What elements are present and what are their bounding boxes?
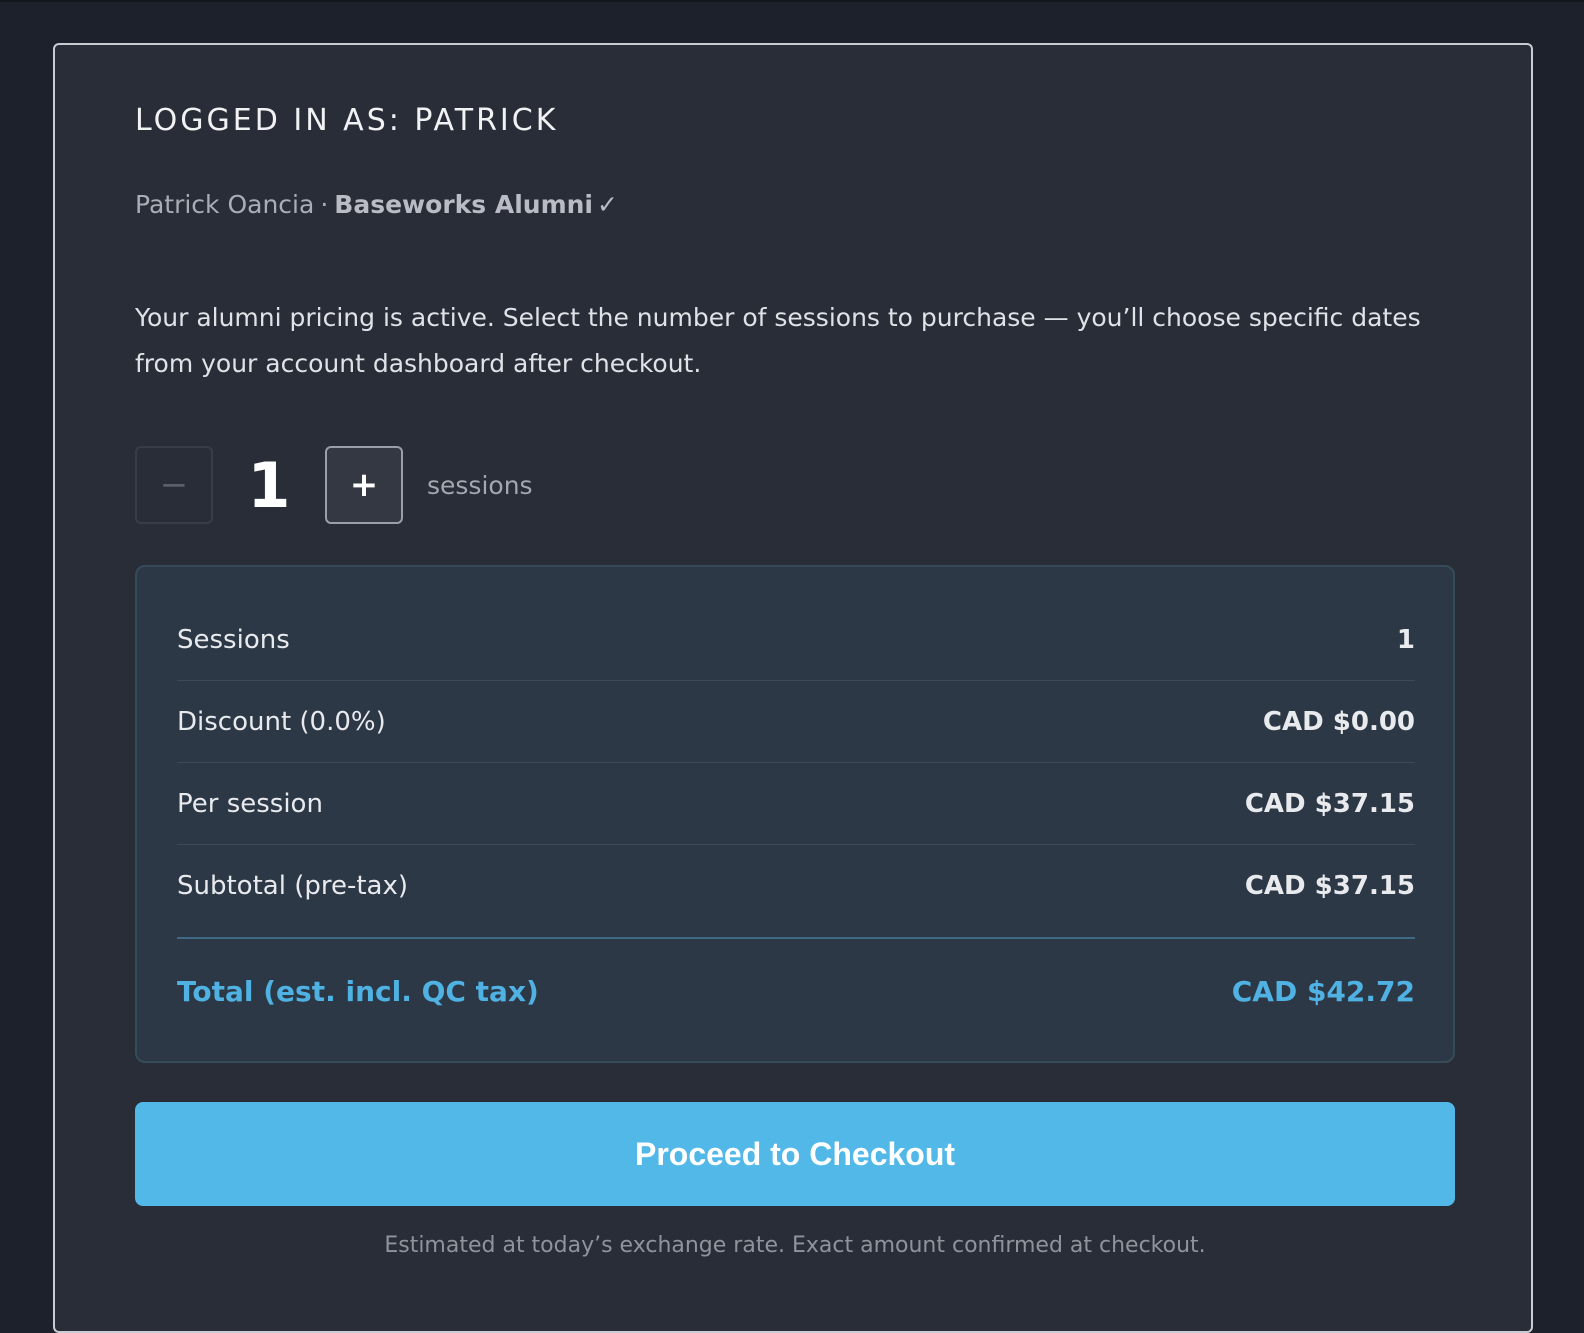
user-full-name: Patrick Oancia — [135, 190, 315, 219]
user-separator: · — [320, 190, 329, 219]
summary-row-label: Sessions — [177, 624, 290, 655]
total-label: Total (est. incl. QC tax) — [177, 974, 539, 1008]
decrement-button[interactable]: − — [135, 446, 213, 524]
summary-total-row: Total (est. incl. QC tax) CAD $42.72 — [177, 947, 1415, 1035]
order-summary-panel: Sessions 1 Discount (0.0%) CAD $0.00 Per… — [135, 565, 1455, 1063]
summary-row-sessions: Sessions 1 — [177, 599, 1415, 681]
session-quantity-stepper: − 1 + sessions — [135, 445, 533, 525]
checkmark-icon: ✓ — [597, 190, 618, 219]
summary-row-label: Discount (0.0%) — [177, 706, 386, 737]
user-info-line: Patrick Oancia · Baseworks Alumni ✓ — [135, 190, 618, 219]
summary-row-label: Subtotal (pre-tax) — [177, 871, 409, 901]
summary-row-value: 1 — [1396, 624, 1415, 655]
summary-row-value: CAD $0.00 — [1262, 706, 1415, 737]
checkout-card: LOGGED IN AS: PATRICK Patrick Oancia · Bas… — [53, 43, 1533, 1333]
summary-row-label: Per session — [177, 788, 323, 819]
summary-row-value: CAD $37.15 — [1244, 871, 1415, 901]
summary-row-per-session: Per session CAD $37.15 — [177, 763, 1415, 845]
minus-icon: − — [159, 465, 189, 505]
pricing-intro-text: Your alumni pricing is active. Select th… — [135, 303, 1421, 378]
plus-icon: + — [349, 465, 379, 505]
summary-row-value: CAD $37.15 — [1244, 788, 1415, 819]
summary-row-subtotal: Subtotal (pre-tax) CAD $37.15 — [177, 845, 1415, 927]
total-value: CAD $42.72 — [1231, 974, 1415, 1008]
increment-button[interactable]: + — [325, 446, 403, 524]
quantity-unit-label: sessions — [427, 470, 533, 500]
total-divider — [177, 937, 1415, 939]
exchange-rate-footnote: Estimated at today’s exchange rate. Exac… — [384, 1233, 1206, 1258]
proceed-to-checkout-button[interactable]: Proceed to Checkout — [135, 1102, 1455, 1206]
membership-tier: Baseworks Alumni — [334, 190, 593, 219]
logged-in-heading: LOGGED IN AS: PATRICK — [135, 103, 559, 138]
window-top-edge — [0, 0, 1584, 2]
session-quantity-value: 1 — [247, 448, 291, 522]
summary-row-discount: Discount (0.0%) CAD $0.00 — [177, 681, 1415, 763]
